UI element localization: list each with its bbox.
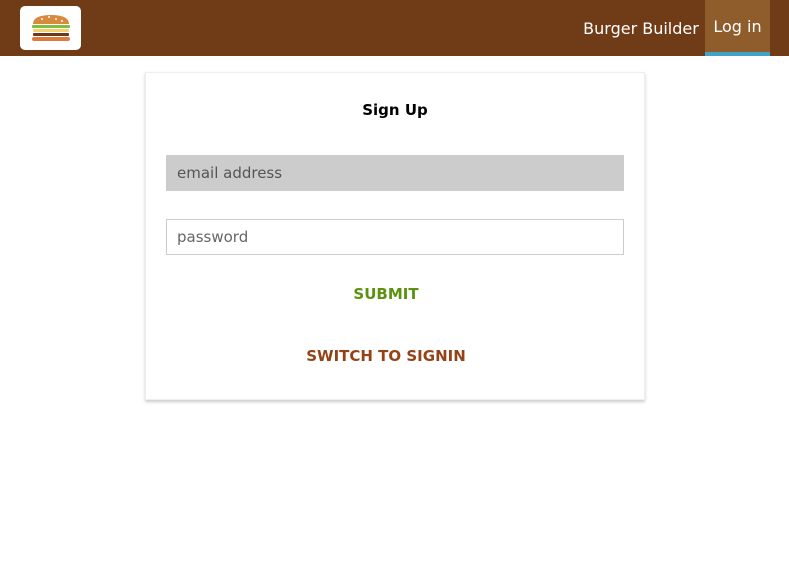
email-field[interactable]	[166, 155, 624, 191]
password-field[interactable]	[166, 219, 624, 255]
nav-burger-builder-label: Burger Builder	[583, 18, 699, 38]
switch-to-signin-button[interactable]: SWITCH TO SIGNIN	[146, 347, 626, 365]
burger-icon	[31, 15, 70, 41]
nav-burger-builder[interactable]: Burger Builder	[578, 0, 704, 56]
logo[interactable]	[20, 6, 81, 50]
nav-log-in-label: Log in	[713, 16, 762, 36]
auth-card: Sign Up SUBMIT SWITCH TO SIGNIN	[145, 72, 645, 400]
nav-log-in[interactable]: Log in	[705, 0, 770, 56]
toolbar: Burger Builder Log in	[0, 0, 789, 56]
form-title: Sign Up	[362, 101, 428, 119]
submit-button[interactable]: SUBMIT	[146, 285, 626, 303]
